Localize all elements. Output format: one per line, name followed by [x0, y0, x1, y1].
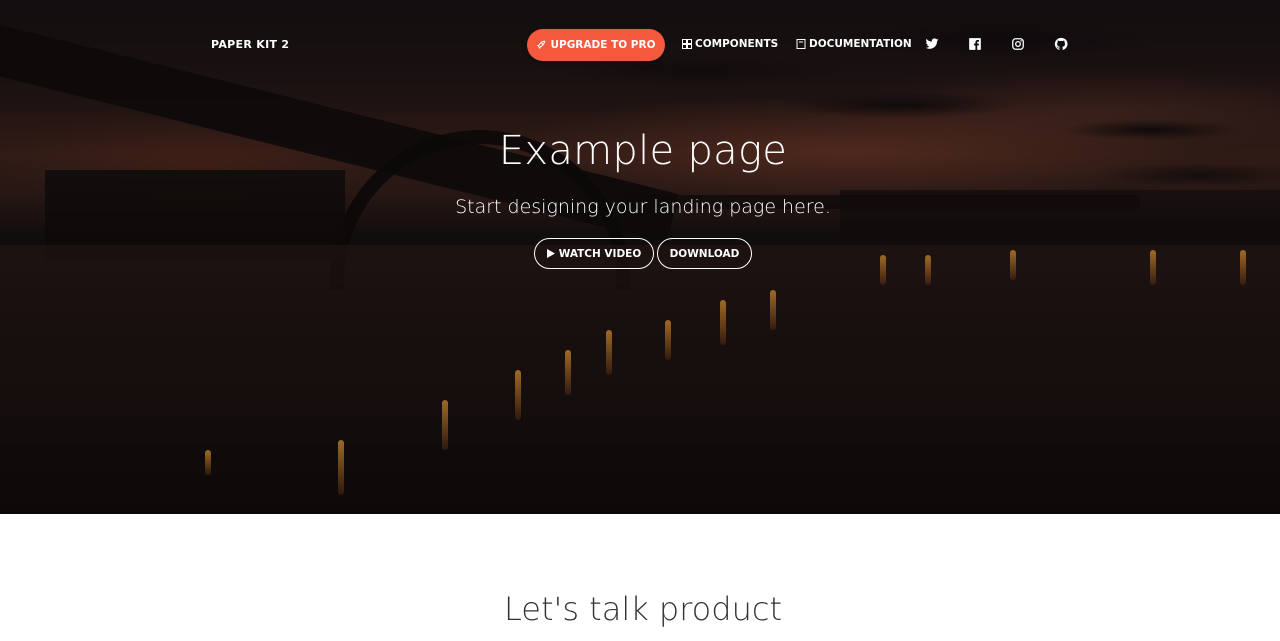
watch-video-label: WATCH VIDEO	[558, 247, 642, 260]
facebook-link[interactable]	[967, 36, 983, 52]
instagram-icon	[1012, 38, 1024, 50]
documentation-label: DOCUMENTATION	[809, 38, 912, 50]
nav-documentation-link[interactable]: DOCUMENTATION	[796, 38, 912, 50]
twitter-link[interactable]	[924, 36, 940, 52]
nav-components-link[interactable]: COMPONENTS	[682, 38, 778, 50]
document-icon	[796, 39, 806, 49]
section-title: Let's talk product	[504, 590, 782, 628]
twitter-icon	[925, 38, 939, 49]
play-icon	[546, 249, 555, 258]
hero-subtitle: Start designing your landing page here.	[455, 196, 831, 218]
download-button[interactable]: DOWNLOAD	[657, 238, 752, 269]
github-icon	[1054, 37, 1068, 50]
facebook-icon	[969, 38, 981, 50]
rocket-icon	[537, 40, 546, 50]
hero-title: Example page	[498, 128, 788, 174]
components-label: COMPONENTS	[695, 38, 779, 50]
instagram-link[interactable]	[1010, 36, 1026, 52]
upgrade-label: UPGRADE TO PRO	[550, 39, 656, 51]
watch-video-button[interactable]: WATCH VIDEO	[534, 238, 654, 269]
download-label: DOWNLOAD	[669, 247, 740, 260]
upgrade-to-pro-button[interactable]: UPGRADE TO PRO	[527, 29, 665, 61]
brand-logo[interactable]: PAPER KIT 2	[211, 38, 289, 51]
components-icon	[682, 39, 692, 49]
navbar: PAPER KIT 2 UPGRADE TO PRO COMPONENTS DO…	[0, 0, 1280, 90]
github-link[interactable]	[1053, 36, 1069, 52]
